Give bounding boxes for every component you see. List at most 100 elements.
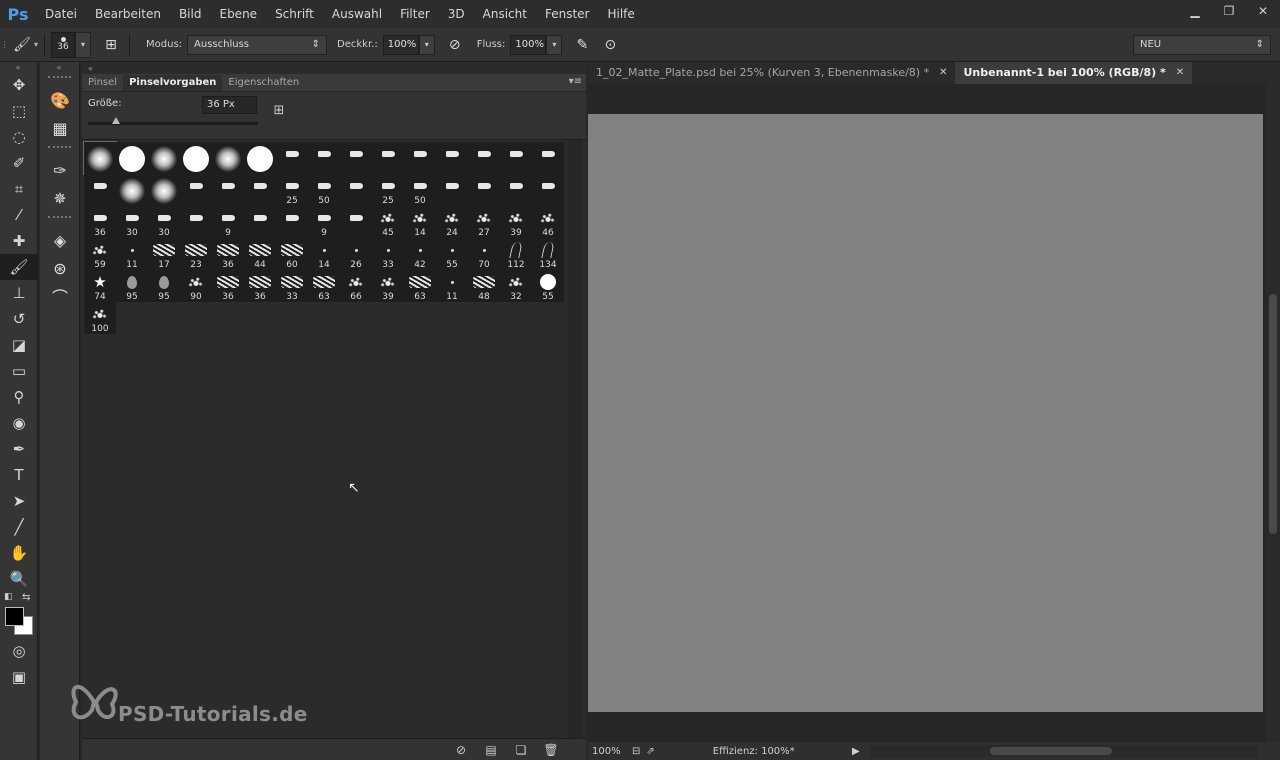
hand-tool-icon[interactable]: ✋ [0, 540, 38, 566]
close-tab-icon[interactable]: ✕ [1176, 62, 1184, 84]
brush-preset[interactable] [116, 174, 148, 206]
dock-grip[interactable]: « [40, 62, 79, 72]
tab-pinselvorgaben[interactable]: Pinselvorgaben [123, 75, 223, 91]
tab-eigenschaften[interactable]: Eigenschaften [222, 75, 305, 91]
brush-preset[interactable]: 95 [148, 270, 180, 302]
toggle-brush-panel-icon[interactable]: ⊘ [446, 743, 476, 757]
brush-preset[interactable]: 9 [308, 206, 340, 238]
minimize-button[interactable]: ▁ [1178, 0, 1212, 22]
brush-preset[interactable]: 36 [84, 206, 116, 238]
foreground-color-swatch[interactable] [5, 607, 24, 626]
brush-preset[interactable] [500, 142, 532, 174]
brush-preset[interactable] [436, 142, 468, 174]
clone-stamp-tool-icon[interactable]: ⊥ [0, 280, 38, 306]
brush-preset[interactable]: 33 [372, 238, 404, 270]
brush-preset[interactable]: 55 [436, 238, 468, 270]
brush-preset[interactable]: 17 [148, 238, 180, 270]
tool-panel-grip[interactable]: » [0, 62, 37, 72]
flow-dropdown[interactable]: ▾ [546, 34, 563, 55]
canvas[interactable] [588, 114, 1263, 712]
type-tool-icon[interactable]: T [0, 462, 38, 488]
brush-preset[interactable]: 30 [148, 206, 180, 238]
vertical-scroll-thumb[interactable] [1269, 294, 1277, 534]
marquee-tool-icon[interactable]: ⬚ [0, 98, 38, 124]
menu-item-bild[interactable]: Bild [170, 0, 211, 28]
brush-preset[interactable] [276, 142, 308, 174]
airbrush-icon[interactable]: ✎ [570, 33, 594, 57]
move-tool-icon[interactable]: ✥ [0, 72, 38, 98]
brush-preset[interactable]: ★ 74 [84, 270, 116, 302]
brush-panel-icon[interactable]: ▤ [476, 743, 506, 757]
brush-preset[interactable]: 48 [468, 270, 500, 302]
brush-preset[interactable]: 42 [404, 238, 436, 270]
panel-scrollbar[interactable] [568, 140, 582, 740]
brush-preset[interactable]: 44 [244, 238, 276, 270]
brush-preset[interactable] [83, 141, 117, 175]
brush-preset[interactable]: 25 [372, 174, 404, 206]
brush-preset[interactable]: 25 [276, 174, 308, 206]
layers-panel-icon[interactable]: ◈ [40, 226, 80, 254]
collapse-icon[interactable]: « [88, 64, 93, 73]
vertical-scrollbar[interactable] [1266, 84, 1280, 744]
brush-preset[interactable]: 55 [532, 270, 564, 302]
brush-preset[interactable] [84, 174, 116, 206]
channels-panel-icon[interactable]: ⊛ [40, 254, 80, 282]
brush-preset[interactable] [532, 142, 564, 174]
mode-select[interactable]: Ausschluss ⇕ [187, 34, 328, 55]
brush-preset[interactable]: 95 [116, 270, 148, 302]
brush-preset[interactable]: 134 [532, 238, 564, 270]
menu-item-bearbeiten[interactable]: Bearbeiten [86, 0, 170, 28]
brush-preset[interactable] [372, 142, 404, 174]
color-panel-icon[interactable]: 🎨 [40, 86, 80, 114]
brush-preset[interactable]: 46 [532, 206, 564, 238]
brush-preset[interactable]: 63 [308, 270, 340, 302]
document-tab[interactable]: 1_02_Matte_Plate.psd bei 25% (Kurven 3, … [588, 62, 955, 84]
restore-button[interactable]: ❐ [1212, 0, 1246, 22]
brush-size-picker[interactable]: 36 [51, 31, 76, 58]
brush-preset[interactable] [340, 174, 372, 206]
brush-picker-dropdown[interactable]: ▾ [75, 31, 92, 58]
brush-preset[interactable] [212, 174, 244, 206]
brush-preset[interactable] [244, 206, 276, 238]
brush-preset[interactable]: 39 [372, 270, 404, 302]
zoom-tool-icon[interactable]: 🔍 [0, 566, 38, 592]
brush-tool-icon[interactable]: 🖌 [0, 254, 38, 280]
options-grip[interactable]: ⋮ [0, 40, 10, 50]
brush-preset[interactable] [180, 206, 212, 238]
brush-preset[interactable]: 30 [116, 206, 148, 238]
brush-preset[interactable] [116, 142, 148, 174]
brush-preset[interactable] [404, 142, 436, 174]
brush-preset[interactable]: 70 [468, 238, 500, 270]
brush-preset[interactable]: 90 [180, 270, 212, 302]
brush-preset[interactable] [500, 174, 532, 206]
tool-preset-dropdown-icon[interactable]: ▾ [34, 40, 38, 49]
brush-preset[interactable] [148, 174, 180, 206]
brush-preset[interactable] [468, 142, 500, 174]
zoom-level[interactable]: 100% [588, 746, 628, 757]
new-brush-icon[interactable]: ❏ [506, 743, 536, 757]
brush-preset[interactable]: 63 [404, 270, 436, 302]
brush-preset[interactable]: 14 [404, 206, 436, 238]
document-tab-active[interactable]: Unbenannt-1 bei 100% (RGB/8) * ✕ [955, 62, 1193, 84]
tab-pinsel[interactable]: Pinsel [82, 75, 123, 91]
brush-panel-icon[interactable]: ✑ [40, 156, 80, 184]
brush-preset[interactable]: 36 [212, 270, 244, 302]
horizontal-scroll-thumb[interactable] [990, 747, 1112, 755]
brush-preset[interactable]: 27 [468, 206, 500, 238]
paths-panel-icon[interactable]: ⌒ [40, 282, 80, 310]
brush-preset[interactable]: 112 [500, 238, 532, 270]
menu-item-auswahl[interactable]: Auswahl [323, 0, 391, 28]
brush-preset[interactable]: 39 [500, 206, 532, 238]
size-slider-thumb[interactable] [112, 117, 120, 124]
brush-preset[interactable]: 100 [84, 302, 116, 334]
brush-preset[interactable] [148, 142, 180, 174]
share-icon[interactable]: ⇗ [646, 746, 654, 757]
opacity-dropdown[interactable]: ▾ [418, 34, 435, 55]
dock-group-grip[interactable] [48, 146, 71, 152]
brush-preset[interactable]: 60 [276, 238, 308, 270]
swatches-panel-icon[interactable]: ▦ [40, 114, 80, 142]
pressure-opacity-icon[interactable]: ⊘ [443, 33, 467, 57]
dodge-tool-icon[interactable]: ◉ [0, 410, 38, 436]
default-colors-icon[interactable]: ◧ [4, 592, 13, 602]
blur-tool-icon[interactable]: ⚲ [0, 384, 38, 410]
